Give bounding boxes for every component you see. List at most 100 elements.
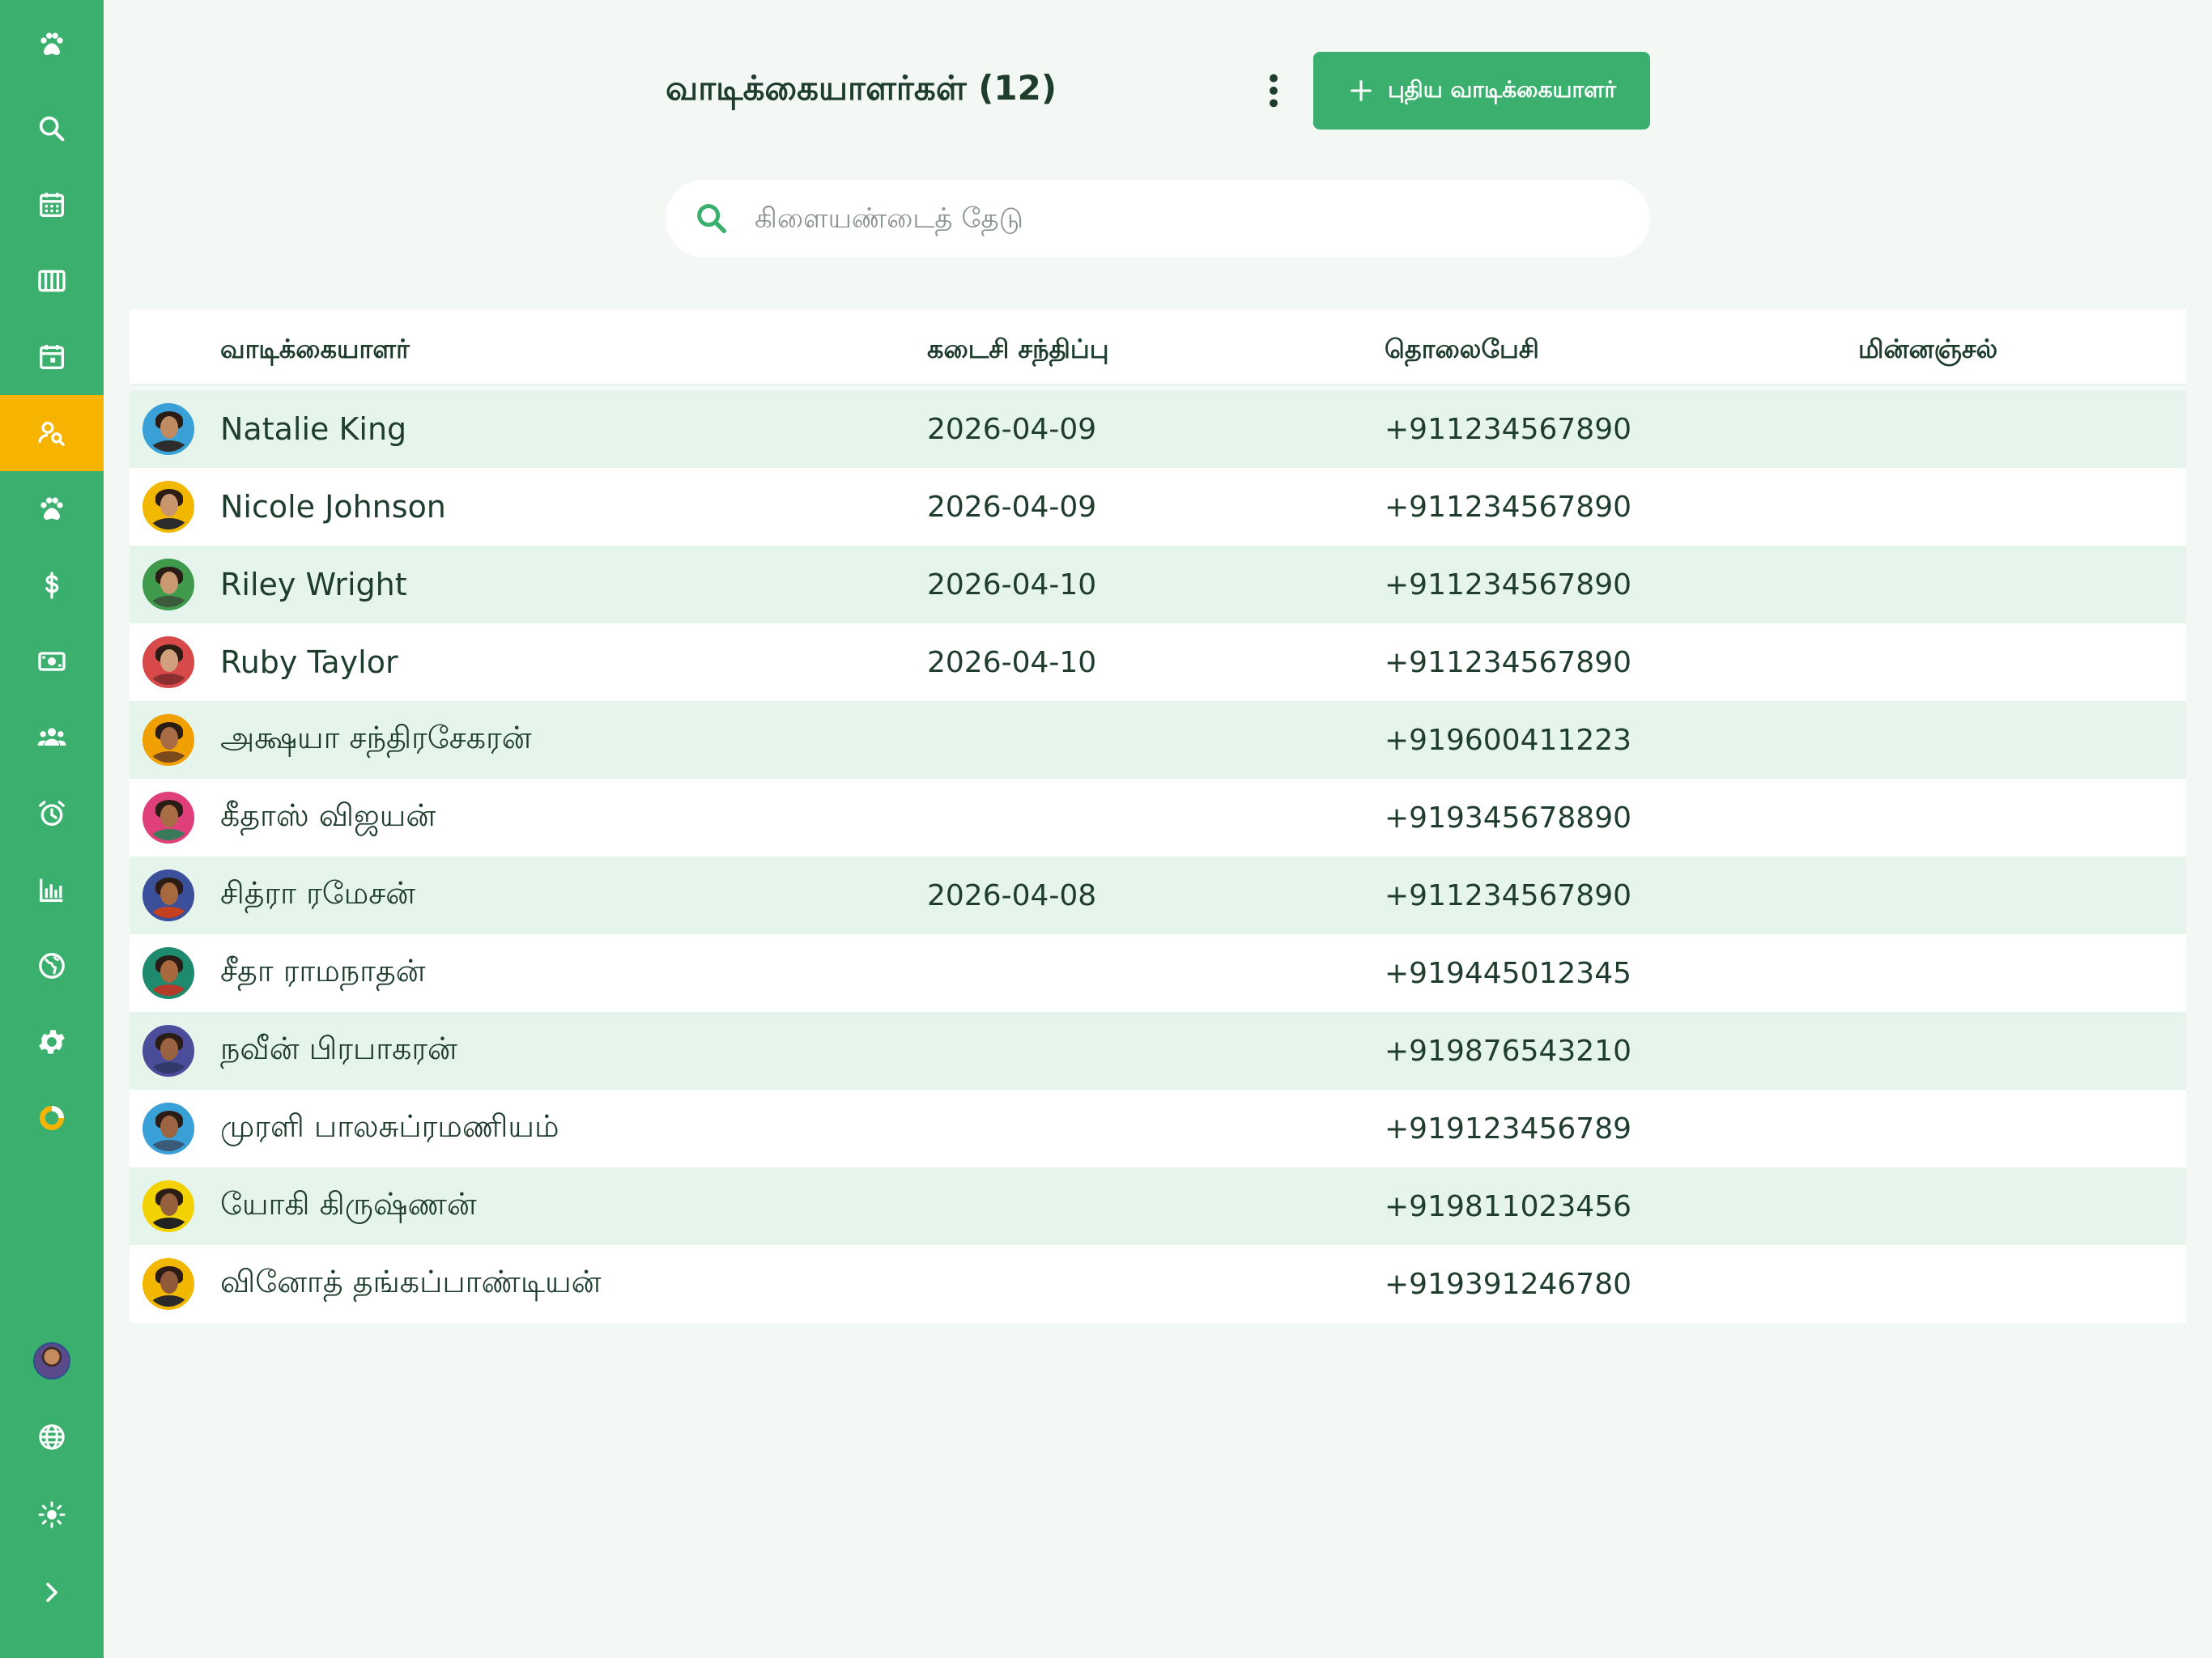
globe-icon	[39, 1424, 65, 1450]
phone-number: +919345678890	[1385, 801, 1632, 835]
phone-number: +919445012345	[1385, 956, 1632, 990]
add-client-label: புதிய வாடிக்கையாளர்	[1387, 75, 1617, 103]
last-visit-date: 2026-04-09	[927, 412, 1097, 446]
nav-theme[interactable]	[0, 1477, 104, 1553]
gear-icon	[39, 1030, 65, 1054]
client-avatar	[143, 1180, 194, 1232]
table-row[interactable]: நவீன் பிரபாகரன் +919876543210	[130, 1012, 2186, 1090]
client-avatar	[143, 403, 194, 455]
table-row[interactable]: Ruby Taylor 2026-04-10 +911234567890	[130, 623, 2186, 701]
nav-billing[interactable]	[0, 547, 104, 623]
client-name: கீதாஸ் விஜயன்	[220, 797, 436, 833]
table-body: Natalie King 2026-04-09 +911234567890 Nicol…	[130, 390, 2186, 1323]
page-title: வாடிக்கையாளர்கள் (12)	[666, 68, 1057, 108]
add-client-button[interactable]: புதிய வாடிக்கையாளர்	[1313, 52, 1650, 130]
table-row[interactable]: சித்ரா ரமேசன் 2026-04-08 +911234567890	[130, 857, 2186, 934]
paw-icon	[40, 32, 63, 55]
phone-number: +919600411223	[1385, 723, 1632, 757]
search-icon	[697, 204, 727, 234]
nav-search[interactable]	[0, 91, 104, 167]
client-avatar	[143, 1258, 194, 1310]
client-name: சீதா ராமநாதன்	[220, 953, 426, 988]
user-avatar	[33, 1342, 70, 1380]
nav-profile[interactable]	[0, 1323, 104, 1399]
client-name: யோகி கிருஷ்ணன்	[220, 1186, 477, 1222]
table-row[interactable]: Riley Wright 2026-04-10 +911234567890	[130, 546, 2186, 623]
column-header-phone[interactable]: தொலைபேசி	[1385, 334, 1539, 368]
last-visit-date: 2026-04-10	[927, 645, 1097, 679]
nav-analytics[interactable]	[0, 1080, 104, 1156]
client-name: நவீன் பிரபாகரன்	[220, 1031, 457, 1066]
column-header-client[interactable]: வாடிக்கையாளர்	[220, 334, 410, 368]
client-name: Ruby Taylor	[220, 644, 398, 680]
nav-website[interactable]	[0, 928, 104, 1004]
phone-number: +919811023456	[1385, 1189, 1632, 1223]
cash-icon	[38, 652, 66, 671]
client-name: Riley Wright	[220, 567, 407, 602]
chevron-right-icon	[46, 1583, 57, 1602]
last-visit-date: 2026-04-09	[927, 490, 1097, 524]
nav-payments[interactable]	[0, 623, 104, 699]
last-visit-date: 2026-04-10	[927, 568, 1097, 602]
table-header: வாடிக்கையாளர் கடைசி சந்திப்பு தொலைபேசி ம…	[130, 309, 2186, 385]
client-avatar	[143, 947, 194, 999]
phone-number: +911234567890	[1385, 645, 1632, 679]
table-row[interactable]: Natalie King 2026-04-09 +911234567890	[130, 390, 2186, 468]
nav-staff[interactable]	[0, 699, 104, 776]
nav-appointments[interactable]	[0, 319, 104, 395]
nav-board[interactable]	[0, 243, 104, 319]
client-name: Natalie King	[220, 411, 407, 447]
column-header-email[interactable]: மின்னஞ்சல்	[1858, 334, 1997, 368]
table-row[interactable]: யோகி கிருஷ்ணன் +919811023456	[130, 1167, 2186, 1245]
search-box[interactable]	[666, 180, 1650, 257]
table-row[interactable]: கீதாஸ் விஜயன் +919345678890	[130, 779, 2186, 857]
globe-icon	[39, 953, 65, 979]
client-avatar	[143, 636, 194, 688]
sidebar	[0, 0, 104, 1658]
search-icon	[39, 116, 65, 142]
more-options-button[interactable]	[1253, 68, 1294, 113]
sun-icon	[38, 1501, 66, 1528]
phone-number: +919123456789	[1385, 1112, 1632, 1146]
client-avatar	[143, 1103, 194, 1154]
phone-number: +911234567890	[1385, 878, 1632, 912]
donut-chart-icon	[40, 1106, 64, 1130]
table-row[interactable]: அக்ஷயா சந்திரசேகரன் +919600411223	[130, 701, 2186, 779]
client-name: Nicole Johnson	[220, 489, 446, 525]
client-avatar	[143, 714, 194, 766]
paw-icon	[40, 497, 63, 520]
phone-number: +911234567890	[1385, 490, 1632, 524]
calendar-event-icon	[40, 345, 64, 369]
client-name: அக்ஷயா சந்திரசேகரன்	[220, 720, 532, 755]
nav-reports[interactable]	[0, 852, 104, 928]
search-input[interactable]	[755, 194, 1564, 243]
column-header-last-visit[interactable]: கடைசி சந்திப்பு	[927, 334, 1109, 368]
nav-language[interactable]	[0, 1399, 104, 1475]
nav-expand[interactable]	[0, 1554, 104, 1630]
nav-home-paw-icon[interactable]	[0, 6, 104, 83]
table-row[interactable]: வினோத் தங்கப்பாண்டியன் +919391246780	[130, 1245, 2186, 1323]
dollar-icon	[45, 572, 59, 599]
client-search-icon	[38, 421, 65, 446]
phone-number: +911234567890	[1385, 412, 1632, 446]
table-row[interactable]: முரளி பாலசுப்ரமணியம் +919123456789	[130, 1090, 2186, 1167]
table-row[interactable]: சீதா ராமநாதன் +919445012345	[130, 934, 2186, 1012]
client-avatar	[143, 559, 194, 610]
plus-icon	[1351, 80, 1372, 101]
group-icon	[37, 728, 66, 746]
table-row[interactable]: Nicole Johnson 2026-04-09 +911234567890	[130, 468, 2186, 546]
more-vertical-icon	[1270, 74, 1278, 108]
nav-pets[interactable]	[0, 471, 104, 547]
client-name: சித்ரா ரமேசன்	[220, 875, 416, 911]
nav-calendar[interactable]	[0, 167, 104, 243]
nav-reminders[interactable]	[0, 776, 104, 852]
nav-clients[interactable]	[0, 395, 104, 471]
columns-icon	[38, 270, 66, 292]
alarm-icon	[39, 801, 65, 826]
last-visit-date: 2026-04-08	[927, 878, 1097, 912]
calendar-icon	[40, 193, 64, 217]
client-name: வினோத் தங்கப்பாண்டியன்	[220, 1264, 602, 1299]
nav-settings[interactable]	[0, 1004, 104, 1080]
phone-number: +919391246780	[1385, 1267, 1632, 1301]
phone-number: +919876543210	[1385, 1034, 1632, 1068]
